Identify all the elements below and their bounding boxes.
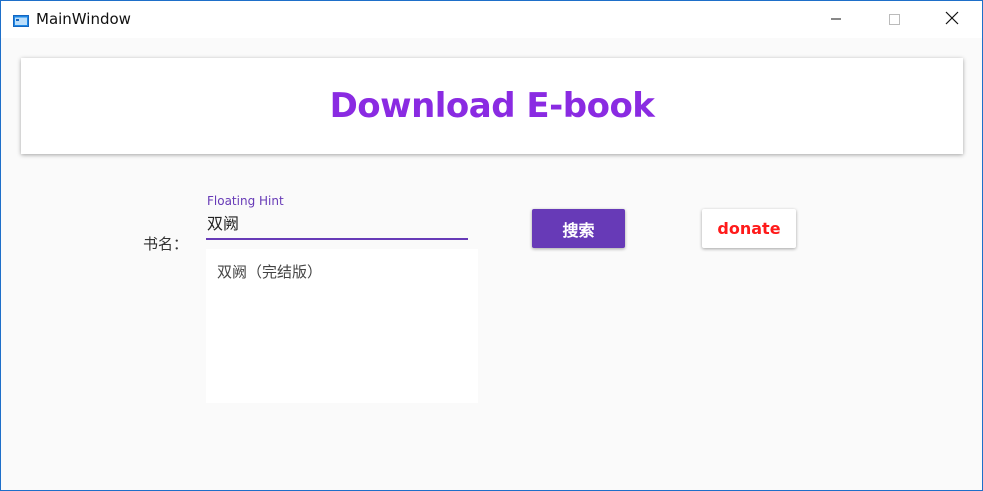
book-search-input[interactable] (206, 210, 468, 240)
close-button[interactable] (929, 1, 975, 38)
app-window-icon (13, 12, 29, 27)
donate-button[interactable]: donate (702, 209, 796, 248)
main-window: MainWindow Download E-book 书名： Floating … (0, 0, 983, 491)
maximize-icon (888, 10, 900, 29)
maximize-button[interactable] (871, 1, 917, 38)
book-name-label: 书名： (143, 235, 189, 253)
title-bar[interactable]: MainWindow (1, 1, 982, 38)
donate-button-label: donate (717, 219, 781, 238)
floating-hint: Floating Hint (207, 194, 284, 208)
window-title: MainWindow (36, 10, 131, 28)
search-button[interactable]: 搜索 (532, 209, 625, 248)
minimize-icon (830, 10, 842, 29)
suggestion-list: 双阙（完结版） (206, 249, 478, 403)
page-title: Download E-book (329, 86, 655, 126)
header-card: Download E-book (21, 58, 963, 154)
suggestion-item[interactable]: 双阙（完结版） (217, 261, 322, 282)
close-icon (945, 10, 959, 29)
minimize-button[interactable] (813, 1, 859, 38)
search-button-label: 搜索 (562, 220, 595, 240)
